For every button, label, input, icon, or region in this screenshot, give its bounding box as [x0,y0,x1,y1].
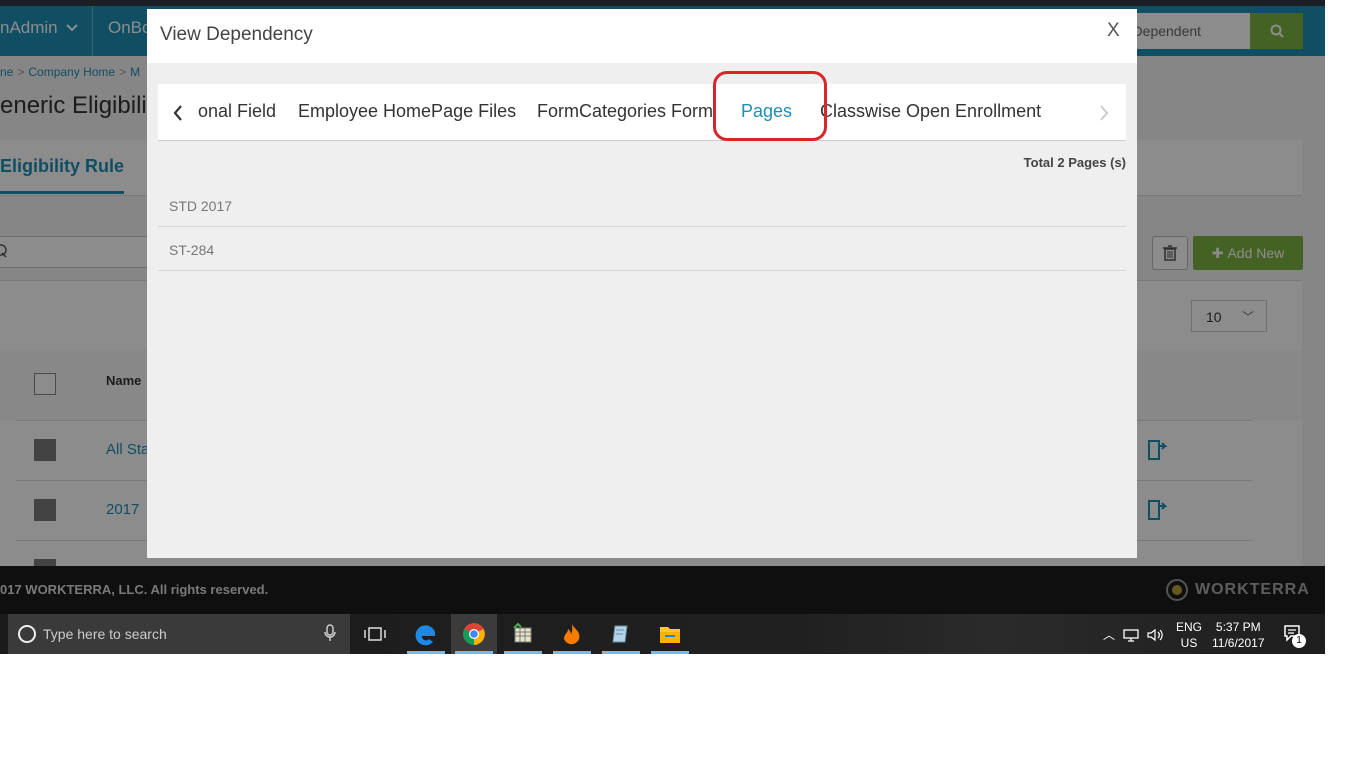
tabs-prev-button[interactable] [168,99,188,127]
clock-time: 5:37 PM [1215,620,1261,634]
view-dependency-dialog: View Dependency X onal Field Employee Ho… [147,9,1137,558]
network-icon[interactable] [1123,628,1139,642]
windows-taskbar: Type here to search ︿ ENG US 5:37 PM 11/… [0,614,1325,654]
notification-count-badge: 1 [1292,634,1306,648]
notes-app-button[interactable] [598,614,644,654]
close-button[interactable]: X [1107,20,1120,42]
spreadsheet-icon [513,622,532,643]
list-item: STD 2017 [158,183,1126,227]
annotation-highlight [713,71,827,141]
screen: nAdmin OnBo r Dependent ne > Company Home >… [0,0,1325,654]
total-count: Total 2 Pages (s) [1023,155,1126,170]
flame-icon [564,624,580,645]
list-item: ST-284 [158,227,1126,271]
edge-icon [415,625,435,646]
tab-additional-field[interactable]: onal Field [198,101,276,122]
region-code: US [1180,636,1198,650]
notes-icon [612,625,628,643]
task-view-button[interactable] [352,614,398,654]
system-tray: ︿ [1103,626,1163,643]
language-code: ENG [1176,620,1203,634]
chrome-icon [463,623,485,645]
taskbar-search-box[interactable]: Type here to search [8,614,350,654]
tabs-next-button[interactable] [1094,99,1114,127]
edge-browser-button[interactable] [403,614,449,654]
volume-icon[interactable] [1147,628,1163,642]
pages-list: STD 2017 ST-284 [158,183,1126,271]
spreadsheet-app-button[interactable] [500,614,546,654]
language-indicator[interactable]: ENG US [1176,619,1202,654]
tab-formcategories-form[interactable]: FormCategories Form [537,101,713,122]
dialog-header: View Dependency X [147,9,1137,63]
tab-classwise-open-enrollment[interactable]: Classwise Open Enrollment [820,101,1041,122]
clock-date: 11/6/2017 [1212,636,1265,650]
dialog-title: View Dependency [160,24,313,45]
chevron-right-icon [1100,105,1109,121]
clock[interactable]: 5:37 PM 11/6/2017 [1212,619,1265,654]
tab-employee-homepage-files[interactable]: Employee HomePage Files [298,101,516,122]
file-explorer-button[interactable] [647,614,693,654]
microphone-icon[interactable] [324,624,336,642]
chevron-left-icon [173,105,182,121]
chevron-up-icon[interactable]: ︿ [1103,626,1115,643]
folder-icon [660,627,680,643]
chrome-button[interactable] [451,614,497,654]
flame-app-button[interactable] [549,614,595,654]
task-view-icon [364,627,386,641]
taskbar-search-placeholder: Type here to search [43,626,167,642]
dependency-tabs: onal Field Employee HomePage Files FormC… [158,84,1126,141]
cortana-icon [18,625,36,643]
